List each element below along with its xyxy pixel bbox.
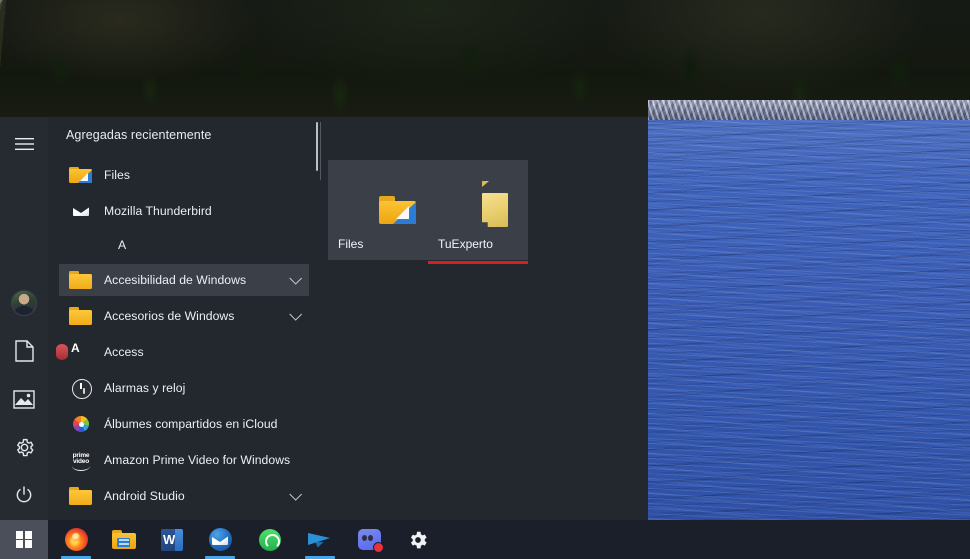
taskbar-item-word[interactable] xyxy=(148,520,196,559)
desktop-screen: Agregadas recientemente Files Mozilla Th… xyxy=(0,0,970,559)
start-menu: Agregadas recientemente Files Mozilla Th… xyxy=(0,117,648,520)
gear-icon xyxy=(407,529,429,551)
list-item-label: Android Studio xyxy=(104,489,185,503)
thunderbird-icon xyxy=(208,528,232,551)
wallpaper-lake-ripples xyxy=(648,120,970,559)
list-item-label: Álbumes compartidos en iCloud xyxy=(104,417,278,431)
list-item-alarmas-y-reloj[interactable]: Alarmas y reloj xyxy=(59,372,309,404)
chevron-down-icon xyxy=(289,487,303,501)
sidebar-item-power[interactable] xyxy=(0,472,48,518)
thunderbird-icon xyxy=(69,199,93,223)
list-item-accesibilidad-de-windows[interactable]: Accesibilidad de Windows xyxy=(59,264,309,296)
prime-video-icon: prime video xyxy=(69,448,93,472)
chevron-down-icon xyxy=(289,271,303,285)
taskbar-item-telegram[interactable] xyxy=(296,520,344,559)
taskbar-item-whatsapp[interactable] xyxy=(246,520,294,559)
tile-label: TuExperto xyxy=(438,237,493,251)
telegram-icon xyxy=(308,528,332,552)
list-item-label: Amazon Prime Video for Windows xyxy=(104,453,291,467)
tile-files[interactable]: Files xyxy=(328,160,428,260)
taskbar-item-thunderbird[interactable] xyxy=(196,520,244,559)
taskbar xyxy=(0,520,970,559)
list-item-android-studio[interactable]: Android Studio xyxy=(59,480,309,512)
recently-added-header: Agregadas recientemente xyxy=(66,128,212,142)
tile-area: Files TuExperto xyxy=(320,117,648,520)
taskbar-item-file-explorer[interactable] xyxy=(100,520,148,559)
list-item-accesorios-de-windows[interactable]: Accesorios de Windows xyxy=(59,300,309,332)
alpha-section-header[interactable]: A xyxy=(118,238,126,252)
icloud-photos-icon xyxy=(69,412,93,436)
gear-icon xyxy=(14,437,35,458)
sidebar-item-user[interactable] xyxy=(0,280,48,326)
files-app-icon xyxy=(69,163,93,187)
hamburger-icon xyxy=(14,137,34,151)
tile-group-divider xyxy=(320,122,321,180)
hamburger-menu-button[interactable] xyxy=(0,121,48,167)
picture-icon xyxy=(13,389,35,409)
firefox-icon xyxy=(64,528,88,551)
taskbar-item-settings[interactable] xyxy=(394,520,442,559)
list-item-label: Alarmas y reloj xyxy=(104,381,186,395)
taskbar-item-firefox[interactable] xyxy=(52,520,100,559)
notification-badge xyxy=(372,542,384,553)
taskbar-item-discord[interactable] xyxy=(345,520,393,559)
amazon-smile-icon xyxy=(72,466,90,471)
list-item-label: Accesorios de Windows xyxy=(104,309,235,323)
list-item-access[interactable]: Access xyxy=(59,336,309,368)
list-item-label: Accesibilidad de Windows xyxy=(104,273,247,287)
chevron-down-icon xyxy=(289,307,303,321)
sidebar-item-documents[interactable] xyxy=(0,328,48,374)
access-icon xyxy=(69,340,93,364)
folder-icon xyxy=(69,484,93,508)
list-item-amazon-prime-video-for-windows[interactable]: prime video Amazon Prime Video for Windo… xyxy=(59,444,309,476)
list-item-label: Files xyxy=(104,168,130,182)
list-item-label: Access xyxy=(104,345,144,359)
sidebar-item-settings[interactable] xyxy=(0,424,48,470)
list-item-label: Mozilla Thunderbird xyxy=(104,204,212,218)
document-icon xyxy=(14,340,34,362)
power-icon xyxy=(14,485,34,505)
word-icon xyxy=(161,528,183,551)
wallpaper-shoreline-texture xyxy=(648,100,970,122)
app-list-scrollbar[interactable] xyxy=(316,122,318,171)
list-item-mozilla-thunderbird[interactable]: Mozilla Thunderbird xyxy=(59,195,309,227)
tile-selected-underline xyxy=(428,261,528,264)
windows-logo-icon xyxy=(15,531,33,548)
discord-icon xyxy=(357,529,384,553)
avatar xyxy=(11,290,37,316)
tile-tuexperto[interactable]: TuExperto xyxy=(428,160,528,264)
list-item-files[interactable]: Files xyxy=(59,159,309,191)
folder-icon xyxy=(69,268,93,292)
list-item-albumes-compartidos-en-icloud[interactable]: Álbumes compartidos en iCloud xyxy=(59,408,309,440)
clock-icon xyxy=(69,376,93,400)
folder-icon xyxy=(69,304,93,328)
file-explorer-icon xyxy=(112,529,136,550)
app-list[interactable]: Agregadas recientemente Files Mozilla Th… xyxy=(48,117,320,520)
start-menu-rail xyxy=(0,117,48,520)
prime-video-line2: video xyxy=(73,458,89,465)
start-button[interactable] xyxy=(0,520,48,559)
sidebar-item-pictures[interactable] xyxy=(0,376,48,422)
tile-label: Files xyxy=(338,237,364,251)
whatsapp-icon xyxy=(259,528,281,551)
